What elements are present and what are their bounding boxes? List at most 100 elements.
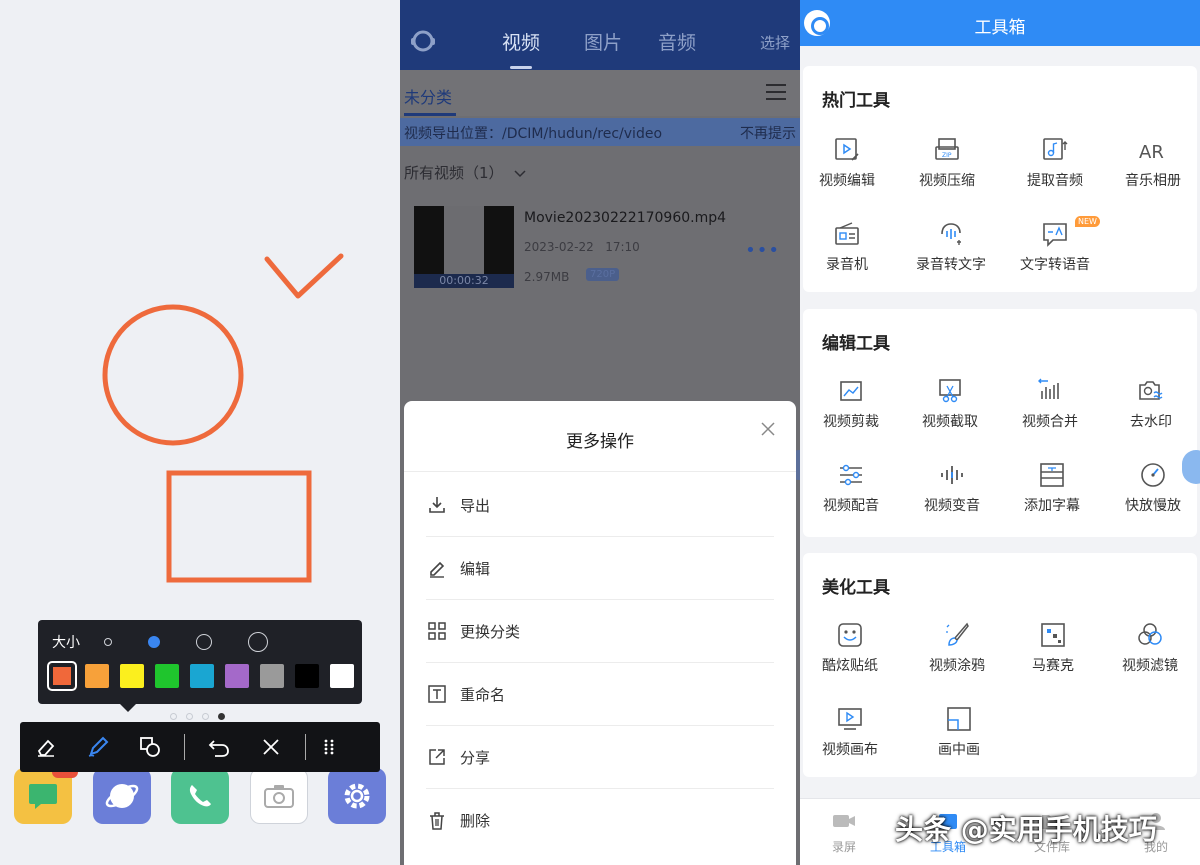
rect-stroke [166, 470, 312, 583]
size-option-l[interactable] [248, 632, 268, 652]
tool-speech-to-text[interactable]: 录音转文字 [901, 218, 1001, 288]
section-title: 热门工具 [822, 91, 890, 111]
app-phone[interactable] [171, 768, 229, 824]
side-handle[interactable] [1182, 450, 1200, 484]
drag-handle[interactable] [314, 722, 344, 772]
radio-icon [831, 218, 863, 250]
export-path-text: 视频导出位置：/DCIM/hudun/rec/video [404, 126, 663, 142]
video-size: 2.97MB [524, 270, 570, 284]
app-camera[interactable] [250, 768, 308, 824]
video-date: 2023-02-22 [524, 240, 594, 254]
tool-stickers[interactable]: 酷炫贴纸 [800, 619, 900, 689]
color-swatch-purple[interactable] [225, 664, 249, 688]
tool-remove-watermark[interactable]: 去水印 [1101, 375, 1200, 445]
size-option-m[interactable] [196, 634, 212, 650]
music-note-icon [1039, 134, 1071, 166]
tool-label: 添加字幕 [1024, 498, 1080, 514]
action-change-category[interactable]: 更换分类 [426, 600, 774, 663]
shape-icon [140, 737, 160, 757]
tool-video-crop[interactable]: 视频剪裁 [801, 375, 901, 445]
page-indicator [170, 713, 225, 720]
tool-video-edit[interactable]: 视频编辑 [800, 134, 897, 204]
chevron-down-icon [514, 169, 526, 177]
sheet-title: 更多操作 [566, 432, 634, 452]
tool-voice-change[interactable]: 视频变音 [902, 459, 1002, 529]
size-row: 大小 [52, 630, 268, 654]
close-button[interactable] [245, 722, 297, 772]
section-title: 美化工具 [822, 578, 890, 598]
menu-icon[interactable] [766, 84, 786, 100]
video-duration: 00:00:32 [414, 274, 514, 288]
close-icon[interactable] [760, 421, 776, 437]
tool-video-merge[interactable]: 视频合并 [1000, 375, 1100, 445]
action-edit[interactable]: 编辑 [426, 537, 774, 600]
color-swatch-blue[interactable] [190, 664, 214, 688]
action-delete[interactable]: 删除 [426, 789, 774, 852]
color-swatch-white[interactable] [330, 664, 354, 688]
tool-canvas[interactable]: 视频画布 [800, 703, 900, 773]
tool-filter[interactable]: 视频滤镜 [1100, 619, 1200, 689]
tool-mosaic[interactable]: 马赛克 [1003, 619, 1103, 689]
dismiss-notice-button[interactable]: 不再提示 [740, 123, 796, 143]
category-tab[interactable]: 未分类 [404, 84, 452, 108]
app-messages[interactable] [14, 766, 78, 824]
app-settings[interactable] [328, 768, 386, 824]
tool-label: 视频变音 [924, 498, 980, 514]
phone-icon [189, 785, 211, 807]
canvas-icon [834, 703, 866, 735]
svg-text:AR: AR [1139, 142, 1164, 163]
watermark-text: 头条 @实用手机技巧 [895, 813, 1157, 846]
tab-image[interactable]: 图片 [584, 28, 622, 55]
color-swatch-black[interactable] [295, 664, 319, 688]
pen-button[interactable] [72, 722, 124, 772]
tool-doodle[interactable]: 视频涂鸦 [907, 619, 1007, 689]
nav-record[interactable]: 录屏 [804, 811, 884, 855]
action-share[interactable]: 分享 [426, 726, 774, 789]
video-filename: Movie20230222170960.mp4 [524, 210, 727, 226]
tool-label: 马赛克 [1032, 658, 1074, 674]
video-edit-icon [831, 134, 863, 166]
action-label: 删除 [460, 812, 491, 830]
size-option-s[interactable] [148, 636, 160, 648]
page-title: 工具箱 [974, 18, 1026, 38]
all-videos-filter[interactable]: 所有视频（1） [404, 162, 526, 183]
select-button[interactable]: 选择 [760, 32, 790, 53]
video-list-item[interactable]: 00:00:32 Movie20230222170960.mp4 2023-02… [414, 206, 786, 296]
action-export[interactable]: 导出 [426, 474, 774, 537]
action-rename[interactable]: 重命名 [426, 663, 774, 726]
tool-label: 视频编辑 [819, 173, 875, 189]
tab-video[interactable]: 视频 [502, 28, 540, 55]
tool-recorder[interactable]: 录音机 [800, 218, 897, 288]
eraser-button[interactable] [20, 722, 72, 772]
more-options-button[interactable]: ••• [745, 240, 780, 261]
tool-music-album[interactable]: AR 音乐相册 [1103, 134, 1200, 204]
tool-label: 视频合并 [1022, 414, 1078, 430]
tab-audio[interactable]: 音频 [658, 28, 696, 55]
category-indicator [404, 113, 456, 116]
tool-video-clip[interactable]: 视频截取 [900, 375, 1000, 445]
size-label: 大小 [52, 635, 80, 651]
tool-text-to-speech[interactable]: 文字转语音 NEW [1005, 216, 1105, 288]
color-swatch-orange[interactable] [47, 661, 77, 691]
ai-icon: AR [1137, 134, 1169, 166]
action-label: 导出 [460, 496, 491, 515]
tool-video-dub[interactable]: 视频配音 [801, 459, 901, 529]
tool-add-subtitle[interactable]: 添加字幕 [1002, 459, 1102, 529]
size-option-xs[interactable] [104, 638, 112, 646]
drawing-canvas[interactable] [0, 0, 400, 620]
shape-button[interactable] [124, 722, 176, 772]
tab-indicator [510, 66, 532, 69]
section-edit-tools: 编辑工具 视频剪裁 视频截取 视频合并 去水印 视频配音 视频变音 添加字幕 快… [803, 309, 1197, 537]
undo-button[interactable] [193, 722, 245, 772]
color-swatch-gray[interactable] [260, 664, 284, 688]
color-swatch-green[interactable] [155, 664, 179, 688]
tool-pip[interactable]: 画中画 [909, 703, 1009, 773]
trash-icon [426, 810, 448, 832]
section-title: 编辑工具 [822, 334, 890, 354]
app-browser[interactable] [93, 768, 151, 824]
text-speech-icon [1039, 218, 1071, 250]
tool-extract-audio[interactable]: 提取音频 [1005, 134, 1105, 204]
color-swatch-amber[interactable] [85, 664, 109, 688]
tool-video-compress[interactable]: ZIP 视频压缩 [897, 134, 997, 204]
color-swatch-yellow[interactable] [120, 664, 144, 688]
